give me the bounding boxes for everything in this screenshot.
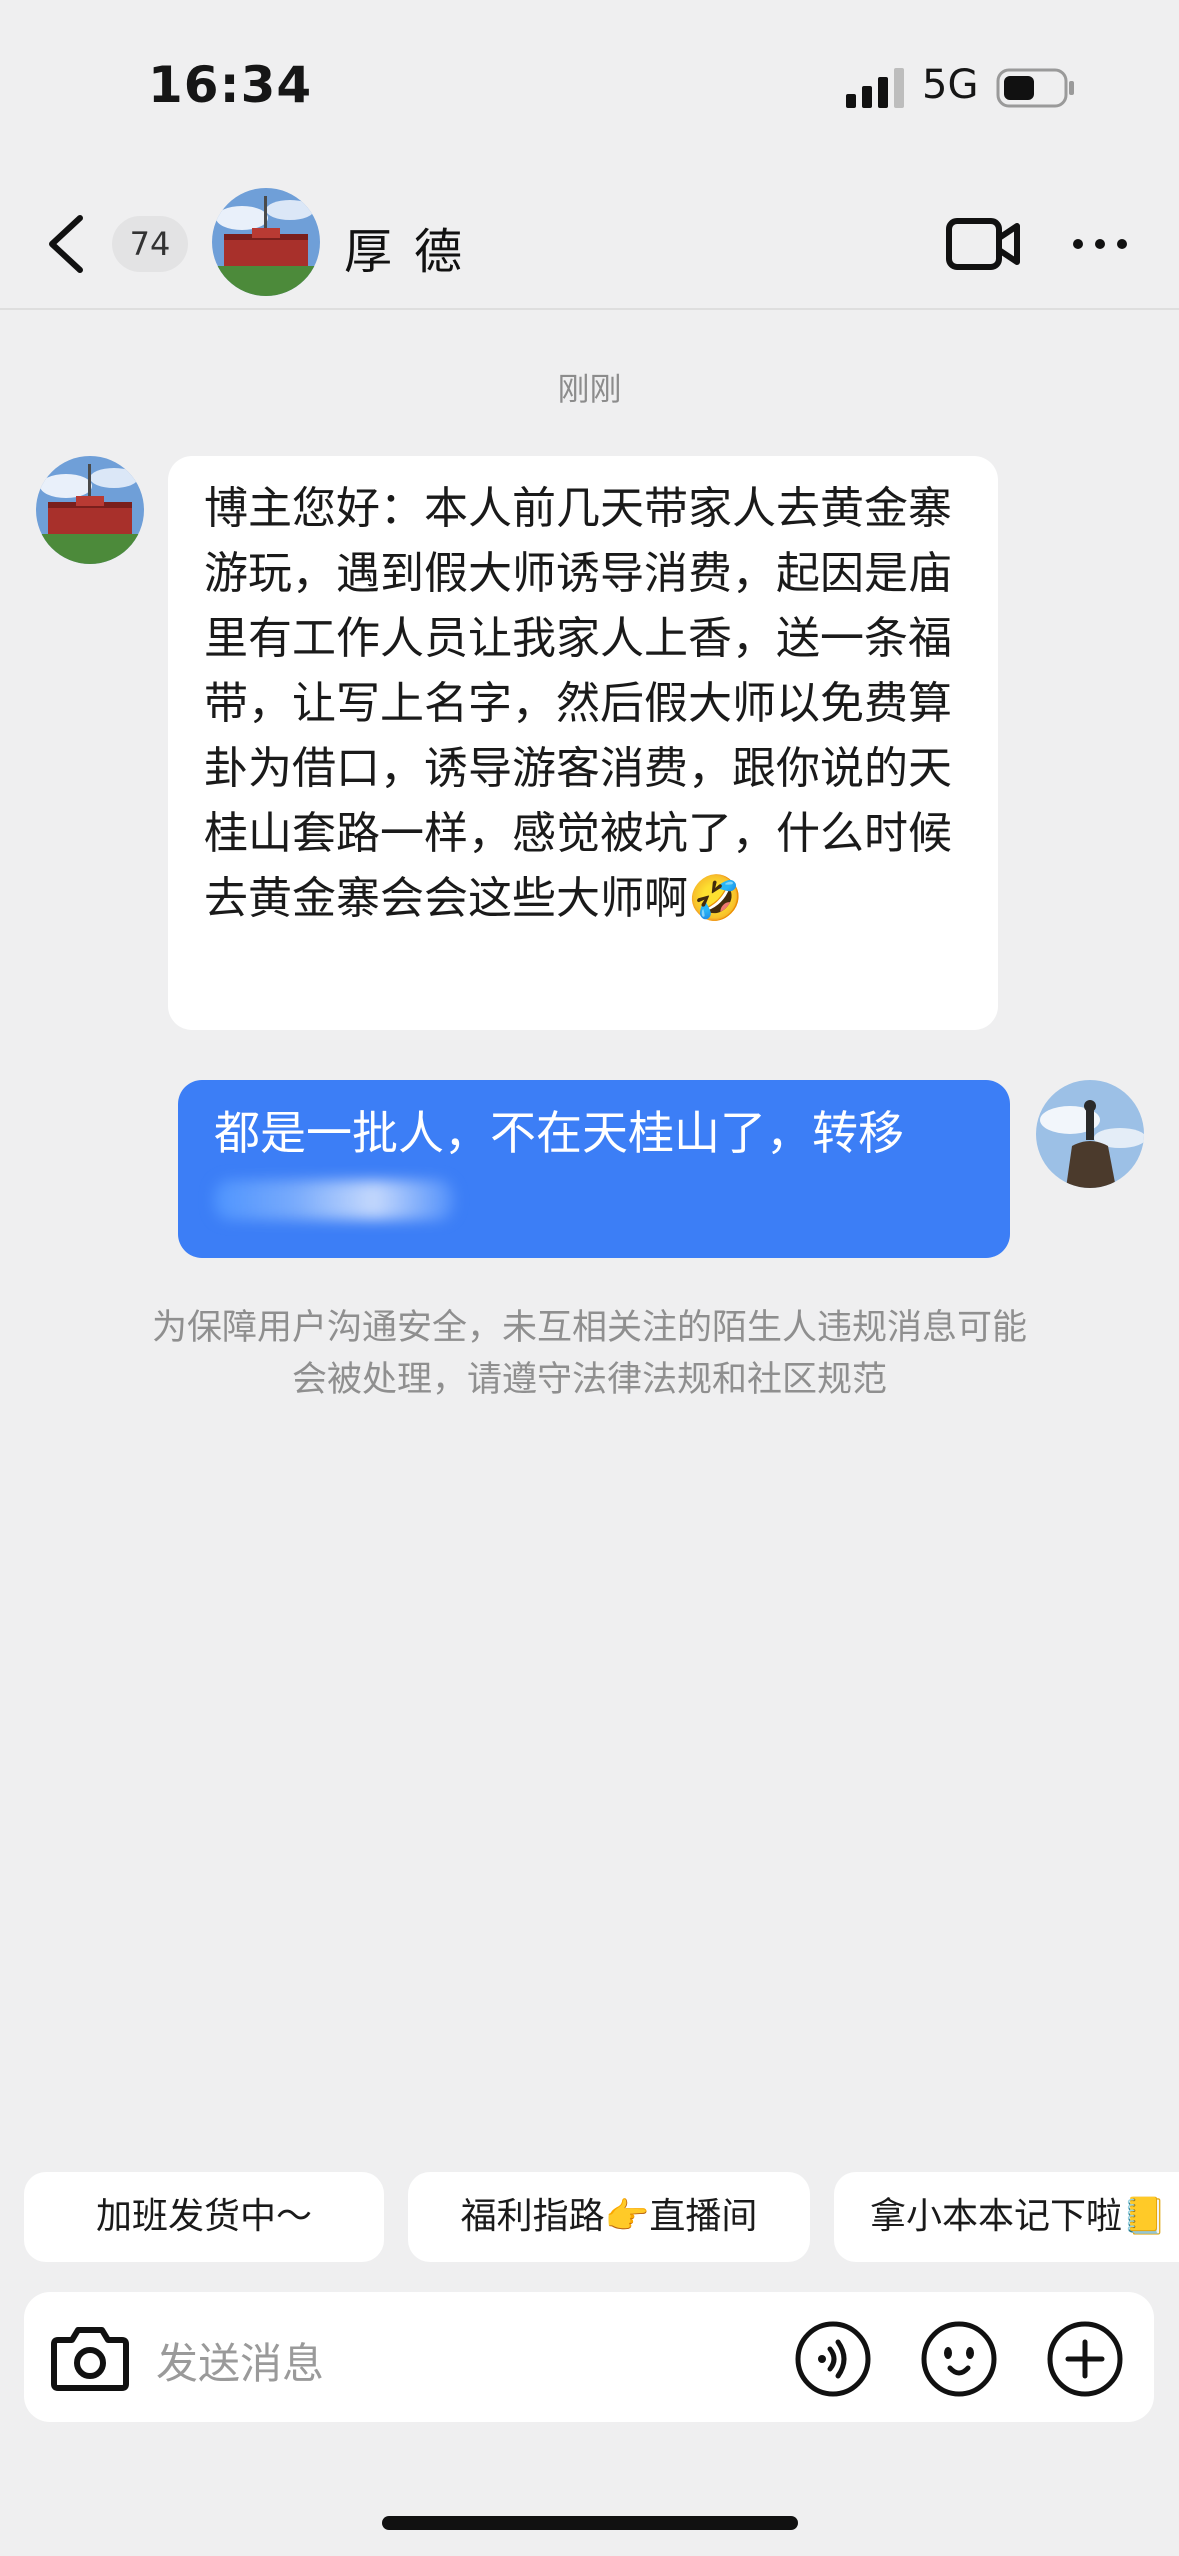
more-options-icon[interactable]	[1070, 234, 1130, 254]
unread-count-badge[interactable]: 74	[112, 216, 188, 272]
blurred-text-region	[214, 1180, 454, 1220]
safety-notice: 为保障用户沟通安全，未互相关注的陌生人违规消息可能会被处理，请遵守法律法规和社区…	[151, 1308, 1027, 1400]
quick-reply-3[interactable]: 拿小本本记下啦📒	[834, 2172, 1179, 2262]
sender-avatar[interactable]	[36, 456, 144, 564]
message-input[interactable]: 发送消息	[156, 2330, 324, 2391]
contact-avatar[interactable]	[212, 188, 320, 296]
my-avatar[interactable]	[1036, 1080, 1144, 1188]
plus-icon[interactable]	[1046, 2320, 1124, 2398]
voice-input-icon[interactable]	[794, 2320, 872, 2398]
network-type: 5G	[922, 62, 979, 108]
home-indicator[interactable]	[382, 2516, 798, 2530]
battery-icon	[996, 68, 1074, 108]
sent-message-text: 都是一批人，不在天桂山了，转移	[214, 1106, 904, 1160]
emoji-icon[interactable]	[920, 2320, 998, 2398]
status-time: 16:34	[148, 56, 313, 114]
received-message-bubble[interactable]: 博主您好：本人前几天带家人去黄金寨游玩，遇到假大师诱导消费，起因是庙里有工作人员…	[168, 456, 998, 1030]
signal-strength-icon	[846, 68, 904, 108]
video-call-icon[interactable]	[946, 216, 1020, 272]
quick-reply-1[interactable]: 加班发货中～	[24, 2172, 384, 2262]
back-arrow-icon[interactable]	[44, 212, 88, 276]
message-timestamp: 刚刚	[557, 370, 622, 408]
camera-icon[interactable]	[50, 2320, 130, 2394]
quick-reply-2[interactable]: 福利指路👉直播间	[408, 2172, 810, 2262]
contact-name: 厚德	[344, 224, 485, 280]
sent-message-bubble[interactable]: 都是一批人，不在天桂山了，转移	[178, 1080, 1010, 1258]
